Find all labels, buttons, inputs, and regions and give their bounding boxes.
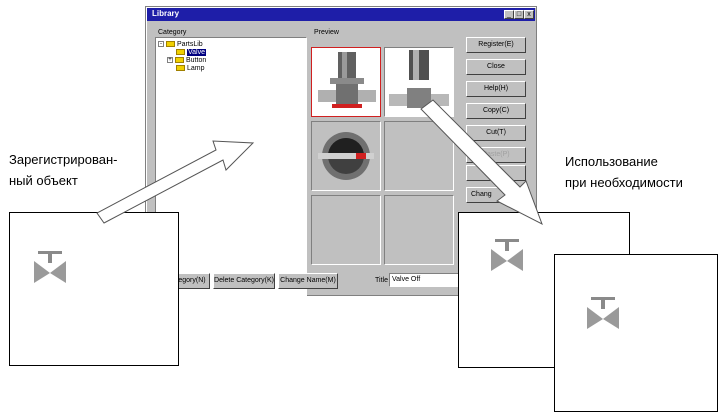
usage-arrow bbox=[420, 99, 543, 226]
arrow-overlay bbox=[96, 99, 543, 226]
register-arrow bbox=[96, 140, 255, 224]
